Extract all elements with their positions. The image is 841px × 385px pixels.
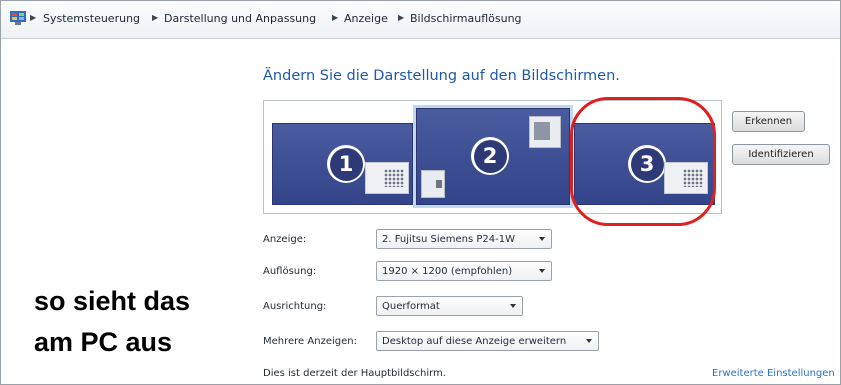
display-select[interactable]: 2. Fujitsu Siemens P24-1W: [376, 229, 552, 249]
breadcrumb-separator-icon: ▶: [30, 13, 37, 22]
address-bar[interactable]: ▶ Systemsteuerung ▶ Darstellung und Anpa…: [1, 1, 840, 39]
breadcrumb-separator-icon: ▶: [152, 13, 159, 22]
breadcrumb-separator-icon: ▶: [332, 13, 339, 22]
taskbar-preview-icon: [421, 170, 445, 198]
monitor-number: 1: [329, 147, 363, 181]
page-title: Ändern Sie die Darstellung auf den Bilds…: [263, 68, 620, 84]
chevron-down-icon: [586, 339, 592, 343]
monitor-2[interactable]: 2: [413, 105, 573, 208]
resolution-label: Auflösung:: [263, 266, 317, 277]
chevron-down-icon: [539, 237, 545, 241]
monitor-screen-icon: [365, 162, 409, 194]
breadcrumb-separator-icon: ▶: [398, 13, 405, 22]
status-text: Dies ist derzeit der Hauptbildschirm.: [263, 368, 446, 379]
orientation-label: Ausrichtung:: [263, 301, 327, 312]
caption-line-2: am PC aus: [34, 327, 173, 357]
highlight-circle-annotation: [570, 97, 716, 226]
display-label: Anzeige:: [263, 234, 307, 245]
resolution-select[interactable]: 1920 × 1200 (empfohlen): [376, 261, 552, 281]
breadcrumb-display[interactable]: Anzeige: [344, 12, 388, 25]
chevron-down-icon: [510, 304, 516, 308]
detect-button[interactable]: Erkennen: [732, 111, 805, 132]
advanced-settings-link[interactable]: Erweiterte Einstellungen: [712, 368, 835, 379]
multiple-displays-label: Mehrere Anzeigen:: [263, 336, 357, 347]
breadcrumb-screen-resolution[interactable]: Bildschirmauflösung: [410, 12, 522, 25]
monitor-number-badge: 1: [327, 145, 365, 183]
breadcrumb-appearance[interactable]: Darstellung und Anpassung: [164, 12, 316, 25]
orientation-select[interactable]: Querformat: [376, 296, 523, 316]
breadcrumb-control-panel[interactable]: Systemsteuerung: [43, 12, 140, 25]
resolution-select-value: 1920 × 1200 (empfohlen): [382, 265, 513, 277]
caption-line-1: so sieht das: [34, 286, 191, 316]
display-settings-window: ▶ Systemsteuerung ▶ Darstellung und Anpa…: [0, 0, 841, 385]
multiple-displays-select-value: Desktop auf diese Anzeige erweitern: [382, 335, 567, 347]
chevron-down-icon: [539, 269, 545, 273]
control-panel-icon: [10, 11, 26, 25]
orientation-select-value: Querformat: [382, 300, 440, 312]
multiple-displays-select[interactable]: Desktop auf diese Anzeige erweitern: [376, 331, 599, 351]
display-select-value: 2. Fujitsu Siemens P24-1W: [382, 233, 515, 245]
identify-button[interactable]: Identifizieren: [732, 144, 830, 165]
window-preview-icon: [529, 116, 561, 148]
monitor-number: 2: [473, 139, 507, 173]
monitor-1[interactable]: 1: [272, 123, 413, 205]
monitor-number-badge: 2: [471, 137, 509, 175]
